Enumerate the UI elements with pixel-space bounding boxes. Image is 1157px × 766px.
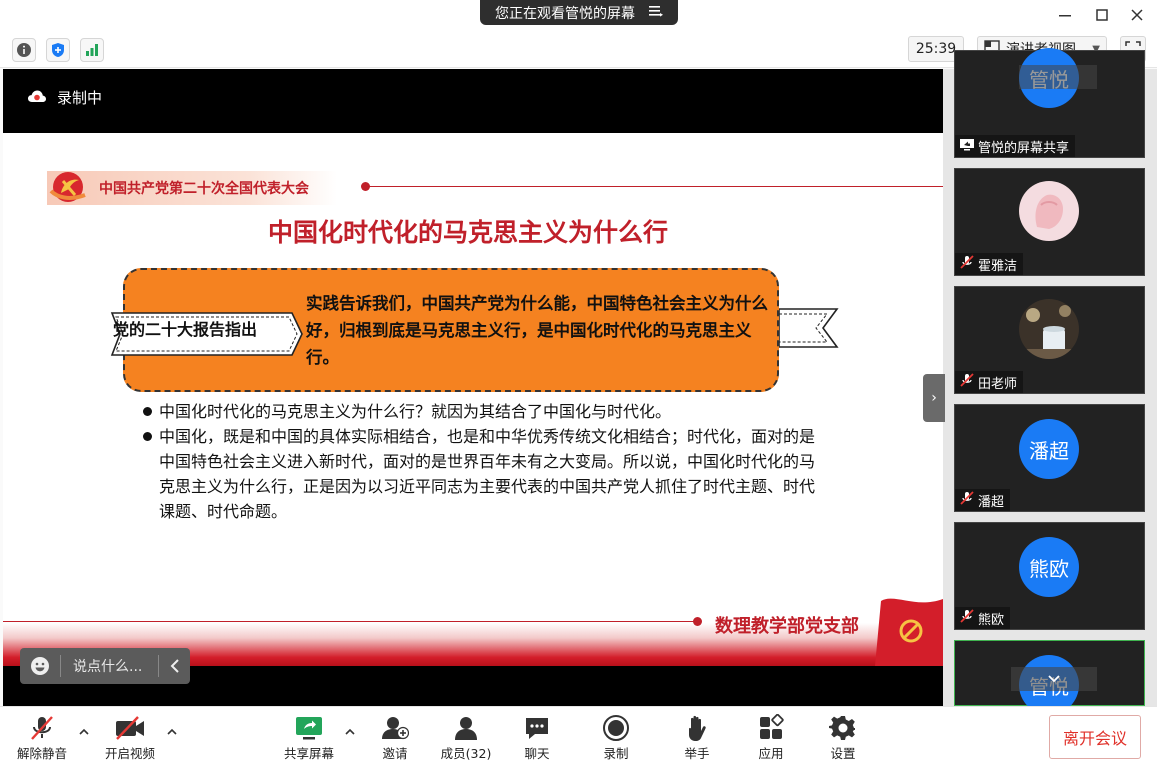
maximize-button[interactable] (1087, 3, 1117, 27)
emoji-icon[interactable] (20, 656, 60, 676)
chat-bubble-icon (523, 713, 551, 743)
unmute-button[interactable]: 解除静音 (10, 713, 74, 763)
viewing-label: 您正在观看管悦的屏幕 (495, 5, 635, 22)
chat-label: 聊天 (524, 746, 550, 761)
chevron-up-icon[interactable] (165, 725, 179, 739)
video-tile-participant[interactable]: 熊欧 熊欧 (954, 522, 1145, 630)
gear-icon (829, 713, 857, 743)
participant-name: 霍雅洁 (978, 258, 1018, 274)
hand-icon (685, 713, 709, 743)
record-button[interactable]: 录制 (584, 713, 648, 763)
avatar-photo (1019, 181, 1079, 241)
participant-name: 管悦的屏幕共享 (978, 140, 1070, 156)
quick-chat-bar[interactable]: 说点什么... (20, 648, 190, 684)
tile-name-tag: 熊欧 (955, 607, 1011, 629)
chevron-up-icon[interactable] (77, 725, 91, 739)
start-video-button[interactable]: 开启视频 (98, 713, 162, 763)
video-tile-participant[interactable]: 田老师 (954, 286, 1145, 394)
mic-muted-icon (959, 255, 975, 273)
tile-name-tag: 霍雅洁 (955, 253, 1024, 275)
signal-strength-icon[interactable] (80, 38, 104, 62)
chevron-left-icon[interactable] (158, 655, 190, 677)
video-off-icon (114, 713, 146, 743)
chat-button[interactable]: 聊天 (505, 713, 569, 763)
minimize-button[interactable] (1050, 3, 1080, 27)
share-screen-button[interactable]: 共享屏幕 (277, 713, 341, 763)
members-button[interactable]: 成员(32) (434, 713, 498, 763)
title-bar: 您正在观看管悦的屏幕 (0, 0, 1157, 30)
tile-name-tag: 管悦的屏幕共享 (955, 135, 1076, 157)
meeting-window: 您正在观看管悦的屏幕 25:39 演讲者视图 (0, 0, 1157, 766)
mic-muted-icon (959, 609, 975, 627)
video-tile-screen-share[interactable]: 管悦 管悦的屏幕共享 (954, 48, 1145, 158)
congress-title: 中国共产党第二十次全国代表大会 (99, 181, 309, 197)
mic-muted-icon (959, 491, 975, 509)
settings-button[interactable]: 设置 (811, 713, 875, 763)
share-screen-icon (294, 713, 324, 743)
raise-hand-label: 举手 (684, 746, 710, 761)
add-user-icon (381, 713, 409, 743)
bullet-list: 中国化时代化的马克思主义为什么行？就因为其结合了中国化与时代化。 中国化，既是和… (141, 399, 821, 524)
department-name: 数理教学部党支部 (715, 616, 859, 637)
settings-label: 设置 (830, 746, 856, 761)
decor-line (365, 186, 943, 187)
unmute-label: 解除静音 (16, 746, 67, 761)
collapse-gallery-button[interactable]: › (923, 374, 945, 422)
banner-label: 党的二十大报告指出 (113, 320, 258, 339)
quote-text: 实践告诉我们，中国共产党为什么能，中国特色社会主义为什么好，归根到底是马克思主义… (306, 294, 768, 367)
slide-title: 中国化时代化的马克思主义为什么行 (267, 218, 668, 247)
video-tile-participant[interactable]: 潘超 潘超 (954, 404, 1145, 512)
screen-share-icon (959, 138, 975, 155)
apps-button[interactable]: 应用 (739, 713, 803, 763)
footer-line (3, 621, 698, 622)
shared-screen: 录制中 中国共产党第二十次全国代表大会 中国化时代化的马克思主义为什么行 党的二… (3, 69, 943, 706)
chat-input[interactable]: 说点什么... (60, 655, 158, 677)
invite-button[interactable]: 邀请 (363, 713, 427, 763)
cloud-record-icon (27, 89, 47, 107)
participant-name: 田老师 (978, 376, 1018, 392)
party-flag-icon (875, 591, 943, 666)
viewing-indicator[interactable]: 您正在观看管悦的屏幕 (480, 0, 678, 25)
user-icon (453, 713, 479, 743)
tile-name-tag: 潘超 (955, 489, 1011, 511)
avatar-photo (1019, 299, 1079, 359)
info-icon[interactable] (12, 38, 36, 62)
start-video-label: 开启视频 (104, 746, 155, 761)
presentation-slide: 中国共产党第二十次全国代表大会 中国化时代化的马克思主义为什么行 党的二十大报告… (3, 133, 943, 666)
party-emblem-icon (49, 167, 91, 207)
menu-lines-icon[interactable] (649, 5, 663, 21)
bullet-item: 中国化时代化的马克思主义为什么行？就因为其结合了中国化与时代化。 (141, 399, 821, 424)
raise-hand-button[interactable]: 举手 (665, 713, 729, 763)
avatar: 潘超 (1019, 419, 1079, 479)
avatar: 熊欧 (1019, 537, 1079, 597)
footer-dot (693, 617, 702, 626)
members-label: 成员(32) (440, 746, 492, 761)
recording-label: 录制中 (57, 89, 103, 107)
mic-muted-icon (28, 713, 56, 743)
record-icon (602, 713, 630, 743)
chevron-right-icon: › (931, 390, 937, 406)
bullet-item: 中国化，既是和中国的具体实际相结合，也是和中华优秀传统文化相结合；时代化，面对的… (141, 424, 821, 524)
chevron-up-icon[interactable] (343, 725, 357, 739)
leave-meeting-button[interactable]: 离开会议 (1049, 715, 1141, 759)
tile-name-tag: 田老师 (955, 371, 1024, 393)
mic-muted-icon (959, 373, 975, 391)
video-tile-self[interactable]: 管悦 (954, 640, 1145, 715)
chevron-down-icon[interactable] (1011, 667, 1097, 691)
recording-status: 录制中 (27, 87, 102, 108)
apps-grid-icon (757, 713, 785, 743)
recording-bar: 录制中 (3, 69, 943, 133)
video-tile-participant[interactable]: 霍雅洁 (954, 168, 1145, 276)
participant-name: 熊欧 (978, 612, 1005, 628)
share-screen-label: 共享屏幕 (283, 746, 334, 761)
meeting-toolbar: 解除静音 开启视频 共享屏幕 邀请 成员(32) 聊天 录制 举手 应用 设置 … (0, 706, 1157, 766)
close-button[interactable] (1122, 3, 1152, 27)
participant-name: 潘超 (978, 494, 1005, 510)
invite-label: 邀请 (382, 746, 408, 761)
banner-right-ribbon (778, 305, 839, 355)
avatar-overlay (1019, 65, 1097, 89)
record-label: 录制 (603, 746, 629, 761)
apps-label: 应用 (758, 746, 784, 761)
security-shield-icon[interactable] (46, 38, 70, 62)
